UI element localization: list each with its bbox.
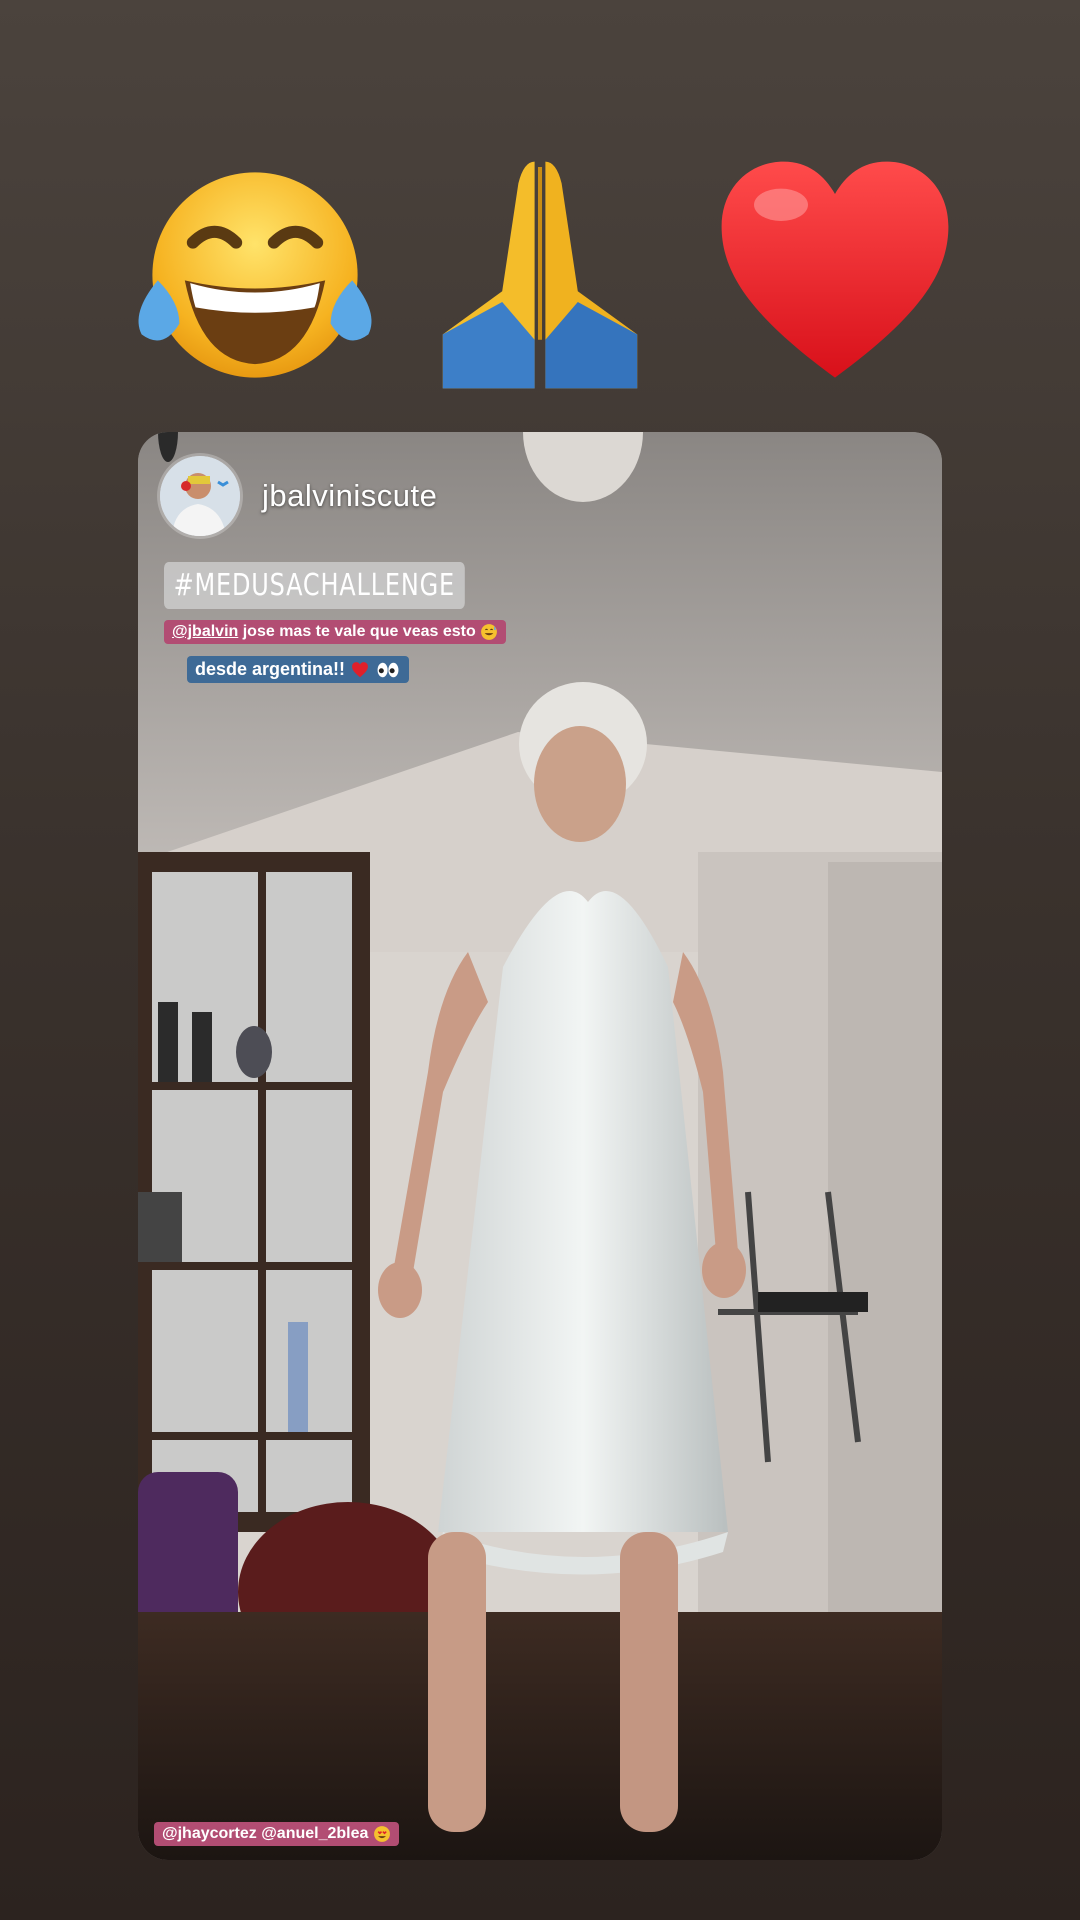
reaction-emojis (0, 140, 1080, 420)
caption-mentions: @jhaycortez @anuel_2blea (154, 1822, 399, 1847)
face-with-tears-of-joy-emoji (138, 172, 372, 378)
eyes-emoji (377, 663, 399, 678)
avatar[interactable] (160, 456, 240, 536)
grinning-sweat-emoji (481, 624, 498, 640)
hashtag-sticker[interactable]: #MEDUSACHALLENGE (164, 562, 465, 609)
red-heart-emoji (721, 161, 949, 378)
avatar-image (160, 456, 240, 536)
red-heart-icon (352, 662, 368, 678)
story-username[interactable]: jbalviniscute (262, 478, 437, 514)
folded-hands-emoji (442, 161, 638, 389)
shared-story-card[interactable]: jbalviniscute #MEDUSACHALLENGE @jbalvin … (138, 432, 942, 1860)
mention-link[interactable]: @jhaycortez (162, 1825, 257, 1842)
story-header: jbalviniscute (160, 454, 437, 538)
mention-link[interactable]: @jbalvin (172, 623, 238, 640)
caption-mention-jbalvin: @jbalvin jose mas te vale que veas esto (164, 620, 507, 645)
caption-desde-argentina: desde argentina!! (187, 656, 410, 683)
caption-text: desde argentina!! (195, 659, 351, 679)
mention-link[interactable]: @anuel_2blea (257, 1825, 373, 1842)
heart-eyes-emoji (373, 1826, 390, 1842)
story-video-frame (138, 432, 942, 1860)
caption-text: jose mas te vale que veas esto (238, 623, 476, 641)
